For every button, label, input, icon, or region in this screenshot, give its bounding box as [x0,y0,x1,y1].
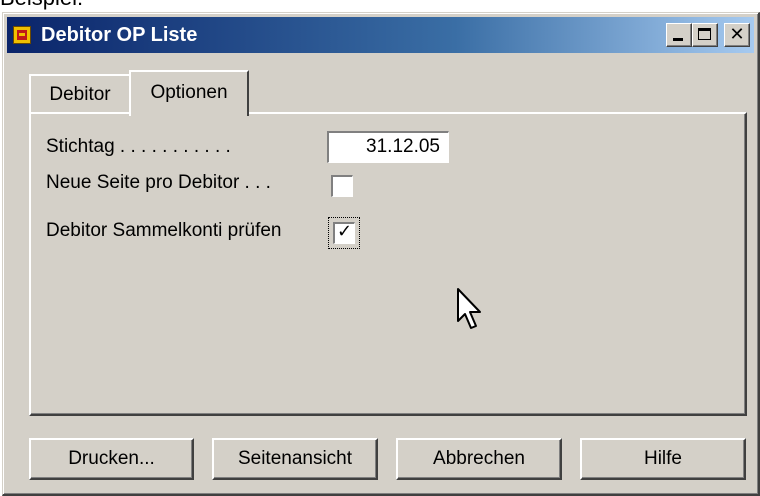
mouse-pointer-icon [457,288,481,329]
preview-button[interactable]: Seitenansicht [212,438,378,480]
app-icon[interactable] [13,26,31,44]
sammelkonti-label: Debitor Sammelkonti prüfen [46,220,282,241]
stichtag-label: Stichtag . . . . . . . . . . . [46,136,231,157]
tab-debitor[interactable]: Debitor [29,74,131,112]
neue-seite-label: Neue Seite pro Debitor . . . [46,172,271,193]
sammelkonti-checkbox[interactable]: ✓ [333,221,355,244]
maximize-button[interactable] [692,23,718,47]
close-button[interactable]: ✕ [724,23,750,47]
window-title: Debitor OP Liste [41,24,198,46]
minimize-button[interactable] [666,23,692,47]
check-icon: ✓ [336,221,353,242]
close-icon: ✕ [729,24,745,45]
title-bar[interactable]: Debitor OP Liste ✕ [7,17,754,53]
cancel-button[interactable]: Abbrechen [396,438,562,480]
print-button[interactable]: Drucken... [29,438,194,480]
tab-optionen[interactable]: Optionen [129,70,249,116]
neue-seite-checkbox[interactable] [331,175,353,197]
stichtag-input[interactable]: 31.12.05 [327,131,449,163]
help-button[interactable]: Hilfe [580,438,746,480]
document-caption: Beispiel: [0,0,83,10]
